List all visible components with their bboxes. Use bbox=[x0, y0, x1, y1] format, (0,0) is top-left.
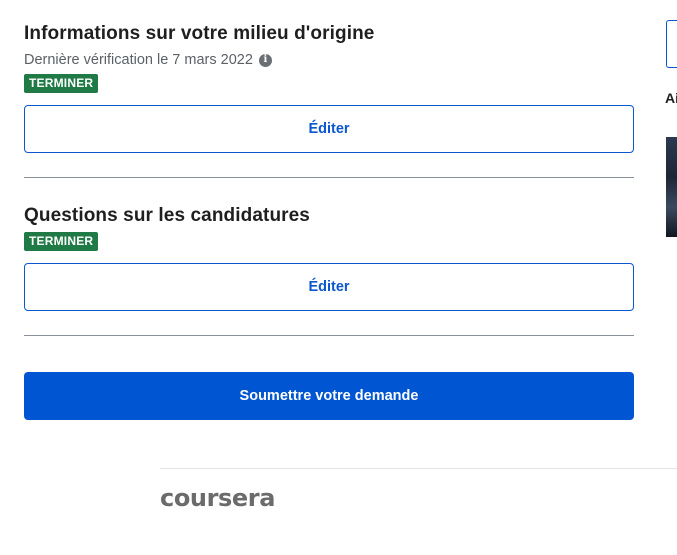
submit-application-button[interactable]: Soumettre votre demande bbox=[24, 372, 634, 420]
edit-applications-button[interactable]: Éditer bbox=[24, 263, 634, 311]
status-badge: TERMINER bbox=[24, 232, 99, 251]
last-verification: Dernière vérification le 7 mars 2022 i bbox=[24, 50, 272, 70]
sidebar-image bbox=[666, 137, 677, 237]
info-icon[interactable]: i bbox=[258, 53, 272, 67]
section-title-applications: Questions sur les candidatures bbox=[24, 205, 310, 226]
last-verification-text: Dernière vérification le 7 mars 2022 bbox=[24, 52, 253, 68]
divider bbox=[24, 177, 634, 178]
sidebar-button[interactable] bbox=[666, 20, 677, 68]
divider bbox=[24, 335, 634, 336]
status-badge: TERMINER bbox=[24, 74, 99, 93]
footer-divider bbox=[160, 468, 677, 469]
sidebar-heading: Ai bbox=[665, 90, 677, 106]
edit-origin-button[interactable]: Éditer bbox=[24, 105, 634, 153]
coursera-logo[interactable]: coursera bbox=[160, 484, 275, 512]
section-title-origin: Informations sur votre milieu d'origine bbox=[24, 23, 375, 44]
